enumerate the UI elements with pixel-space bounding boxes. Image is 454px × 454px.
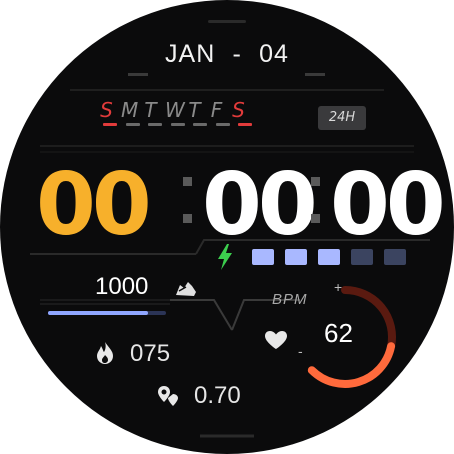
weekday-letter: T [144,98,164,122]
heart-icon [265,331,287,349]
weekday-underline [148,123,162,126]
time-hours[interactable]: 00 [36,162,152,248]
weekday-underline [215,123,230,126]
battery-segment [384,249,406,265]
time-colon-2 [311,173,320,231]
steps-progress-fill [48,311,149,315]
distance-value[interactable]: 0.70 [194,382,241,410]
weekday-letter: S [100,98,120,122]
lightning-bolt-icon [218,244,232,270]
weekday-row: SMTWT F S [99,98,253,122]
battery-segment [318,249,340,265]
calories-value[interactable]: 075 [130,340,170,368]
weekday-letter: F [210,98,230,122]
location-pin-icon [158,386,178,406]
battery-segment [285,249,307,265]
watch-face: JAN - 04 SMTWT F S 24H 00 00 00 1000 075… [0,0,454,454]
steps-progress-track [48,311,166,315]
heart-rate-ring-fill [307,342,396,388]
heart-rate-value[interactable]: 62 [324,318,353,349]
weekday-letter: S [232,98,252,122]
weekday-underline [238,123,252,126]
time-minutes[interactable]: 00 [202,162,318,248]
time-seconds[interactable]: 00 [330,162,446,248]
weekday-underline [103,123,117,126]
weekday-underline [170,123,185,126]
flame-icon [97,342,113,364]
time-colon-1 [183,173,192,231]
weekday-letter: T [188,98,208,122]
steps-value[interactable]: 1000 [95,273,148,301]
weekday-underline [193,123,207,126]
weekday-letter: W [165,98,192,122]
time-format-badge[interactable]: 24H [318,106,366,130]
battery-segment [351,249,373,265]
weekday-letter: M [121,98,146,122]
shoe-icon [176,282,196,296]
weekday-underline [125,123,140,126]
battery-segment [252,249,274,265]
